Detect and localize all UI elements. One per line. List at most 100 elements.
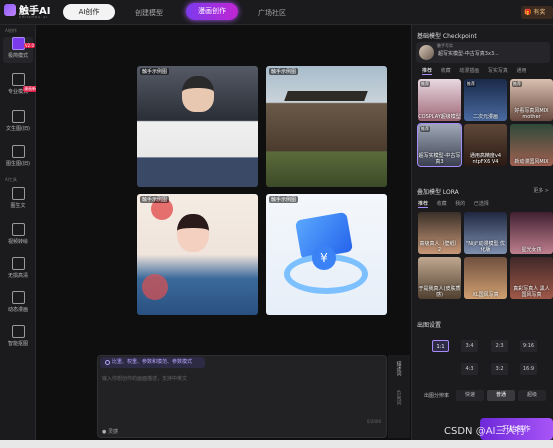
prompt-options-button[interactable]: 比重、权重、参数和模范、参数模式 xyxy=(100,357,205,368)
tab-lora-mine[interactable]: 我的 xyxy=(455,201,465,207)
model-selector[interactable]: 触手写实 超写实模型-中古写真3x3... xyxy=(416,42,550,63)
motion-icon xyxy=(11,291,25,304)
sidebar-item-cutout[interactable]: 智能抠图 xyxy=(3,325,33,351)
sidebar-item-video-redraw[interactable]: 视频转绘 xyxy=(3,223,33,249)
ratio-1-1[interactable]: 1:1 xyxy=(432,340,449,352)
image-tag: 触手示例图 xyxy=(269,196,299,203)
tab-community[interactable]: 广场社区 xyxy=(258,8,286,18)
tab-lora-recommend[interactable]: 推荐 xyxy=(418,201,429,208)
model-card-label: 超写实模型-中古写真3 xyxy=(418,153,461,165)
tab-negative[interactable]: 负向词 xyxy=(396,390,403,405)
tab-general[interactable]: 通用 xyxy=(516,68,526,74)
model-tag: 触手写实 xyxy=(437,43,453,48)
logo-icon xyxy=(4,4,16,16)
prompt-box: 比重、权重、参数和模范、参数模式 输入你想创作的画面描述，支持中英文 0/200… xyxy=(97,355,387,438)
ratio-3-4[interactable]: 3:4 xyxy=(461,340,478,352)
ratio-2-3[interactable]: 2:3 xyxy=(491,340,508,352)
model-avatar xyxy=(419,45,434,60)
lora-card[interactable]: 真彩写真人 黑人 国风写真 xyxy=(510,257,553,299)
lora-card[interactable]: 星光女孩 xyxy=(510,212,553,254)
prompt-input[interactable]: 输入你想创作的画面描述，支持中英文 xyxy=(102,375,187,382)
model-card-label: COSPLAY超级模型 xyxy=(418,114,461,120)
model-card-label: 二次元漫画 xyxy=(472,114,498,120)
tab-recommend[interactable]: 推荐 xyxy=(422,68,433,75)
example-image-3d-icon[interactable]: ¥ 触手示例图 xyxy=(266,194,387,315)
face-shape xyxy=(182,76,214,112)
model-card[interactable]: 推荐 COSPLAY超级模型 xyxy=(418,79,461,121)
lora-card-label: 真彩写真人 黑人 国风写真 xyxy=(513,286,550,298)
lora-card-label: 高级真人（壁纸）2 xyxy=(419,241,460,253)
hd-icon xyxy=(11,257,25,270)
sidebar: AI创作 极简模式 V2.0 专业模式 漫画新 文生图(旧) 图生图(旧) AI… xyxy=(0,25,37,440)
example-image-girl[interactable]: 触手示例图 xyxy=(137,194,258,315)
resolution-super[interactable]: 超级 xyxy=(518,390,546,401)
text-image-icon xyxy=(11,110,25,123)
watermark: CSDN @AI三人行 xyxy=(444,426,526,437)
example-image-house[interactable]: 触手示例图 xyxy=(266,66,387,187)
sidebar-item-image-to-text[interactable]: 图生文 xyxy=(3,187,33,213)
ratio-9-16[interactable]: 9:16 xyxy=(520,340,537,352)
lora-card-label: "Niji"动漫模型 优化版 xyxy=(465,241,506,253)
lora-more-link[interactable]: 更多 > xyxy=(533,187,549,194)
model-card-selected[interactable]: 推荐 超写实模型-中古写真3 xyxy=(417,123,462,167)
model-card-label: 新动漫国风MIX xyxy=(514,159,549,165)
model-card-tag: 推荐 xyxy=(420,81,430,87)
logo-subtext: CHUSHOU AI xyxy=(19,15,49,19)
sidebar-item-upscale[interactable]: 无损高清 xyxy=(3,257,33,283)
flower-shape xyxy=(142,274,168,300)
resolution-fast[interactable]: 快速 xyxy=(456,390,484,401)
sidebar-item-text-to-image[interactable]: 文生图(旧) xyxy=(3,110,33,136)
model-card[interactable]: 推荐二次元漫画 xyxy=(464,79,507,121)
sidebar-item-image-to-image[interactable]: 图生图(旧) xyxy=(3,145,33,171)
sidebar-item-label: 图生图(旧) xyxy=(6,161,30,167)
ratio-16-9[interactable]: 16:9 xyxy=(520,363,537,375)
lora-tabs: 推荐 收藏 我的 已选择 xyxy=(418,200,496,208)
roof-shape xyxy=(284,91,368,101)
tab-lora-favorites[interactable]: 收藏 xyxy=(437,201,447,207)
tab-lora-selected[interactable]: 已选择 xyxy=(474,201,489,207)
model-card[interactable]: 新动漫国风MIX xyxy=(510,124,553,166)
image-tag: 触手示例图 xyxy=(140,196,170,203)
model-card-tag: 推荐 xyxy=(466,81,476,87)
tab-favorites[interactable]: 收藏 xyxy=(441,68,451,74)
tab-create-model[interactable]: 创建模型 xyxy=(135,8,163,18)
video-icon xyxy=(11,223,25,236)
char-counter: 0/2000 xyxy=(366,419,381,424)
resolution-normal[interactable]: 普通 xyxy=(487,390,515,401)
resolution-label: 出图分辨率 xyxy=(424,393,450,399)
gift-button[interactable]: 🎁 有奖 xyxy=(521,6,553,19)
tab-realistic[interactable]: 写实写真 xyxy=(488,68,508,74)
model-card[interactable]: 推荐 好看写真风MIX mother xyxy=(510,79,553,121)
sidebar-item-motion-comic[interactable]: 动态漫画 xyxy=(3,291,33,317)
tab-ai-create[interactable]: AI创作 xyxy=(63,4,115,20)
lora-card[interactable]: "Niji"动漫模型 优化版 xyxy=(464,212,507,254)
sidebar-item-pro-mode[interactable]: 专业模式 漫画新 xyxy=(3,73,37,99)
sidebar-item-simple-mode[interactable]: 极简模式 V2.0 xyxy=(3,37,35,63)
top-bar: 触手AI CHUSHOU AI AI创作 创建模型 漫画创作 广场社区 🎁 有奖 xyxy=(0,0,553,25)
tab-anime[interactable]: 动漫插画 xyxy=(459,68,479,74)
tab-description[interactable]: 描述词 xyxy=(396,361,403,376)
tab-comic-create[interactable]: 漫画创作 xyxy=(186,3,238,20)
lora-card[interactable]: 高级真人（壁纸）2 xyxy=(418,212,461,254)
inspire-button[interactable]: ● 灵感 xyxy=(102,428,118,435)
lora-card[interactable]: XL国风写真 xyxy=(464,257,507,299)
image-icon xyxy=(11,73,25,86)
yen-coin-icon: ¥ xyxy=(312,246,336,270)
ratio-4-3[interactable]: 4:3 xyxy=(461,363,478,375)
sidebar-item-label: 文生图(旧) xyxy=(6,126,30,132)
lora-card-label: 星光女孩 xyxy=(521,247,542,253)
face-shape xyxy=(177,214,209,252)
model-card[interactable]: 通用高精度v4 ntpFX6 V4 xyxy=(464,124,507,166)
base-model-title: 基础模型 Checkpoint xyxy=(417,33,477,40)
version-badge: V2.0 xyxy=(23,43,35,48)
model-card-tag: 推荐 xyxy=(512,81,522,87)
example-image-portrait[interactable]: 触手示例图 xyxy=(137,66,258,187)
ratio-3-2[interactable]: 3:2 xyxy=(491,363,508,375)
model-tabs: 推荐 收藏 动漫插画 写实写真 通用 xyxy=(422,67,533,75)
sidebar-item-label: 无损高清 xyxy=(7,273,28,279)
lora-card[interactable]: 于是我真人(皮肤质感) xyxy=(418,257,461,299)
prompt-options-label: 比重、权重、参数和模范、参数模式 xyxy=(112,359,193,365)
image-tag: 触手示例图 xyxy=(269,68,299,75)
document-icon xyxy=(11,187,25,200)
sidebar-item-label: 智能抠图 xyxy=(7,341,28,347)
